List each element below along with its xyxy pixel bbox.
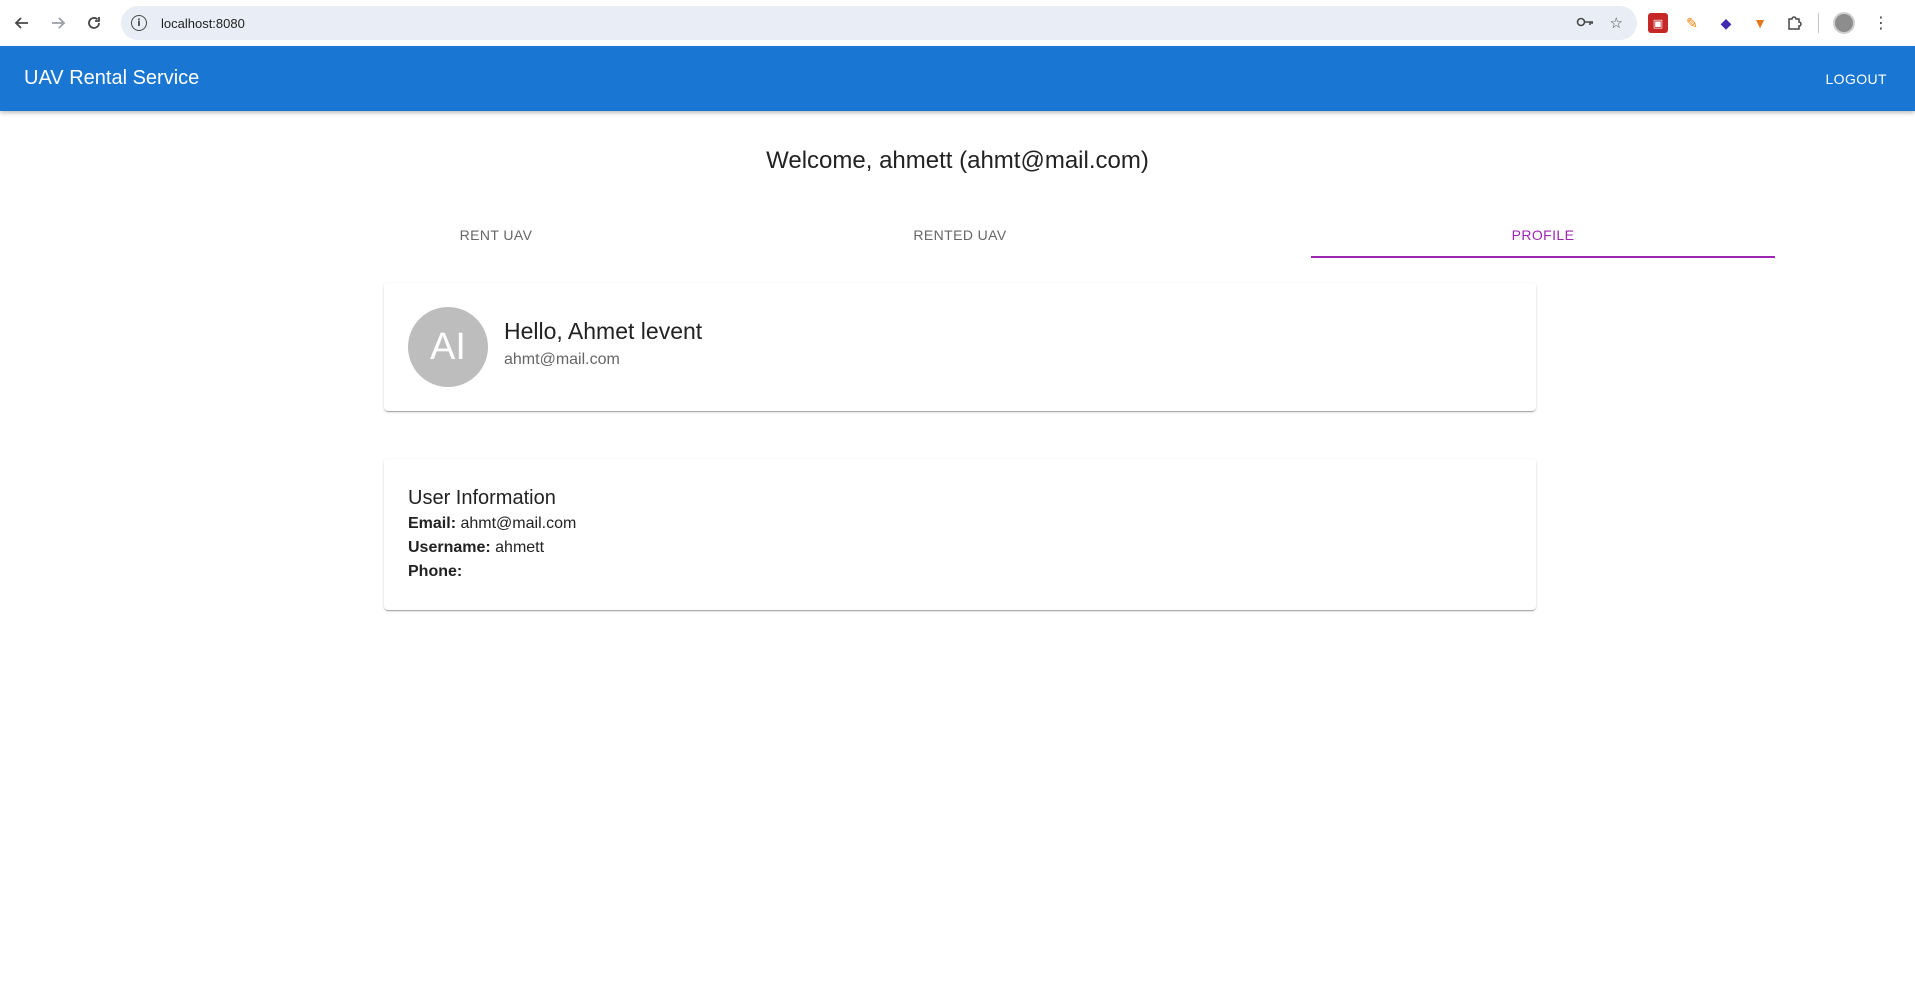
profile-greeting: Hello, Ahmet levent bbox=[504, 317, 703, 344]
extension-icon-red[interactable]: ▣ bbox=[1648, 13, 1668, 33]
welcome-heading: Welcome, ahmett (ahmt@mail.com) bbox=[766, 147, 1149, 174]
extension-icon-diamond[interactable]: ◆ bbox=[1716, 13, 1736, 33]
tab-bar: RENT UAV RENTED UAV PROFILE bbox=[383, 212, 1775, 258]
profile-email: ahmt@mail.com bbox=[504, 350, 620, 368]
info-row-username: Username: ahmett bbox=[408, 538, 1512, 558]
app-bar: UAV Rental Service LOGOUT bbox=[0, 46, 1915, 111]
tab-rented-uav[interactable]: RENTED UAV bbox=[609, 212, 1311, 258]
password-key-icon[interactable] bbox=[1576, 15, 1594, 32]
info-row-phone: Phone: bbox=[408, 562, 1512, 582]
avatar: AI bbox=[408, 307, 488, 387]
site-info-icon[interactable]: i bbox=[131, 15, 147, 31]
extension-icon-pen[interactable]: ✎ bbox=[1682, 13, 1702, 33]
forward-icon[interactable] bbox=[40, 5, 76, 41]
profile-card: AI Hello, Ahmet levent ahmt@mail.com bbox=[384, 283, 1536, 411]
tab-profile[interactable]: PROFILE bbox=[1311, 212, 1775, 258]
email-label: Email: bbox=[408, 515, 457, 532]
browser-toolbar: i localhost:8080 ☆ ▣ ✎ ◆ ▼ ⋮ bbox=[0, 0, 1915, 46]
extension-icon-fox[interactable]: ▼ bbox=[1750, 13, 1770, 33]
back-icon[interactable] bbox=[4, 5, 40, 41]
profile-greeting-block: Hello, Ahmet levent ahmt@mail.com bbox=[504, 318, 702, 369]
username-value: ahmett bbox=[495, 539, 545, 556]
browser-profile-avatar[interactable] bbox=[1833, 12, 1855, 34]
user-information-title: User Information bbox=[408, 487, 556, 509]
extensions-puzzle-icon[interactable] bbox=[1784, 13, 1804, 33]
url-text[interactable]: localhost:8080 bbox=[161, 16, 245, 31]
bookmark-star-icon[interactable]: ☆ bbox=[1610, 14, 1623, 32]
logout-button[interactable]: LOGOUT bbox=[1821, 65, 1891, 93]
kebab-menu-icon[interactable]: ⋮ bbox=[1873, 13, 1889, 33]
email-value: ahmt@mail.com bbox=[460, 515, 577, 532]
extensions-area: ▣ ✎ ◆ ▼ ⋮ bbox=[1648, 6, 1889, 40]
tab-rent-uav[interactable]: RENT UAV bbox=[383, 212, 609, 258]
info-row-email: Email: ahmt@mail.com bbox=[408, 514, 1512, 534]
reload-icon[interactable] bbox=[76, 5, 112, 41]
user-information-card: User Information Email: ahmt@mail.com Us… bbox=[384, 459, 1536, 610]
phone-label: Phone: bbox=[408, 563, 463, 580]
address-bar[interactable]: i localhost:8080 ☆ bbox=[121, 6, 1637, 40]
toolbar-divider bbox=[1818, 13, 1819, 33]
app-title: UAV Rental Service bbox=[24, 67, 200, 89]
username-label: Username: bbox=[408, 539, 491, 556]
